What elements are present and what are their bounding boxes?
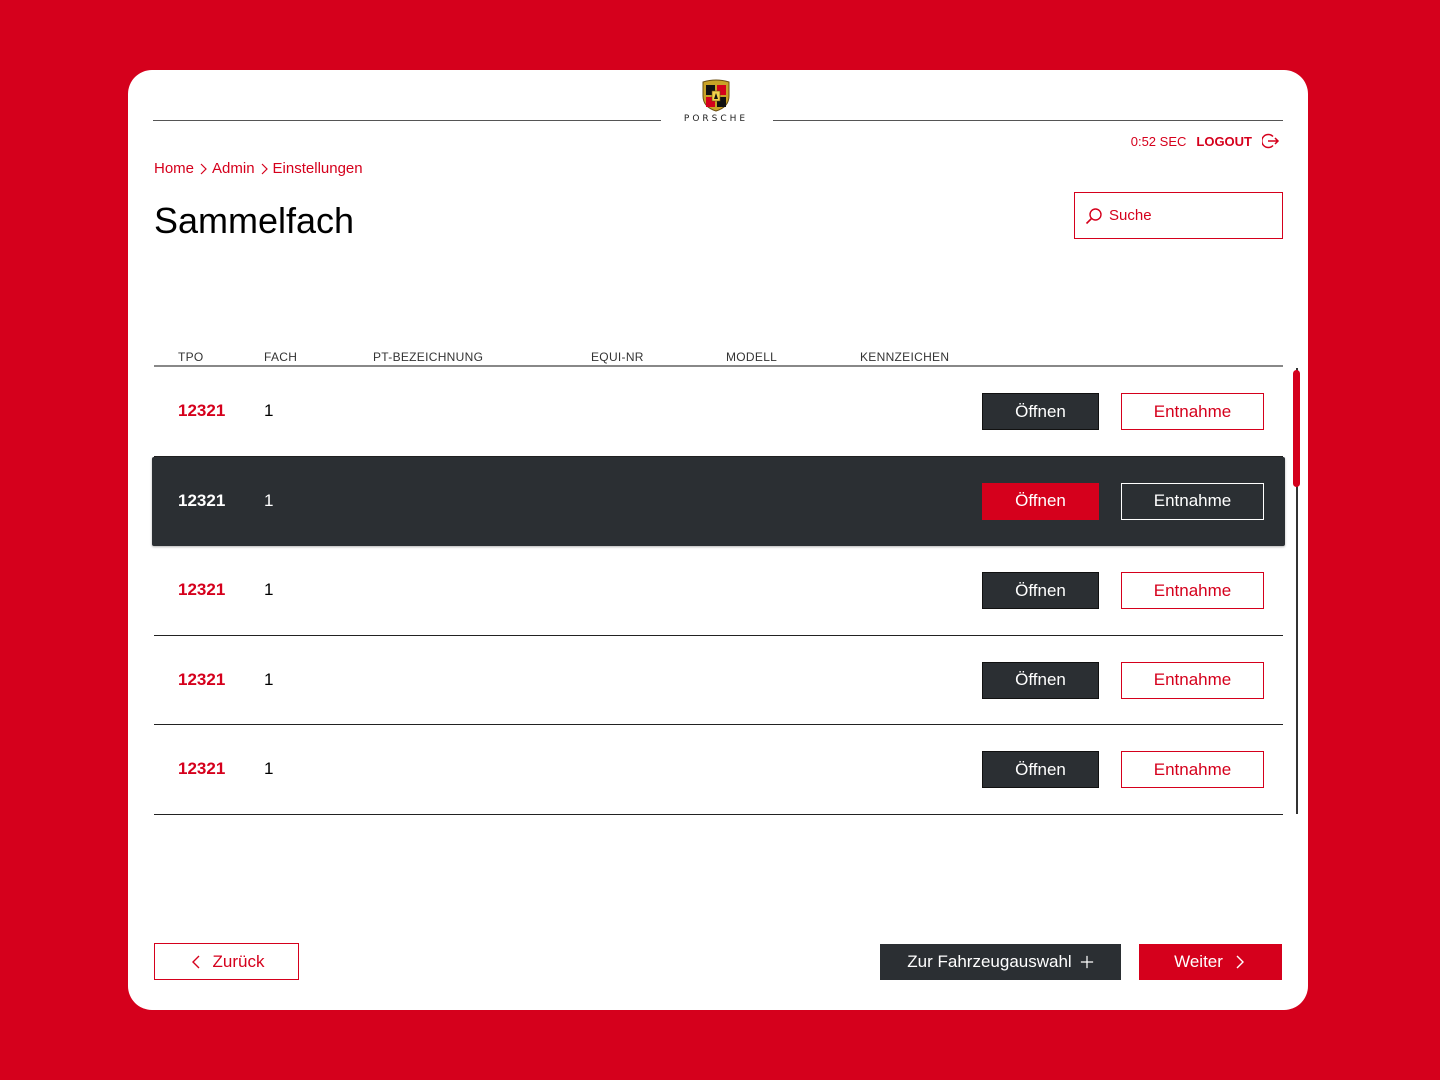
collection-table: TPO FACH PT-BEZEICHNUNG EQUI-NR MODELL K… xyxy=(152,348,1285,815)
cell-tpo: 12321 xyxy=(178,401,226,420)
cell-tpo: 12321 xyxy=(178,490,226,510)
vehicle-selection-button[interactable]: Zur Fahrzeugauswahl xyxy=(880,944,1121,980)
cell-tpo: 12321 xyxy=(178,669,226,689)
breadcrumb-home[interactable]: Home xyxy=(154,160,194,177)
take-out-button[interactable]: Entnahme xyxy=(1121,751,1264,788)
chevron-left-icon xyxy=(191,955,200,968)
page-title: Sammelfach xyxy=(154,200,355,241)
open-button[interactable]: Öffnen xyxy=(982,661,1099,699)
table-row[interactable]: 12321 1 Öffnen Entnahme xyxy=(154,636,1283,725)
cell-fach: 1 xyxy=(264,759,274,778)
column-header-fach: FACH xyxy=(264,350,298,364)
vehicle-selection-label: Zur Fahrzeugauswahl xyxy=(907,952,1072,971)
session-timer: 0:52 SEC xyxy=(1130,133,1187,149)
search-icon xyxy=(1085,207,1102,224)
back-button-label: Zurück xyxy=(212,951,265,971)
column-header-modell: MODELL xyxy=(726,350,778,364)
take-out-button[interactable]: Entnahme xyxy=(1121,661,1264,699)
search-input[interactable] xyxy=(1109,207,1269,224)
brand-wordmark: PORSCHE xyxy=(683,114,749,124)
breadcrumb-admin[interactable]: Admin xyxy=(212,160,255,177)
session-bar: 0:52 SEC LOGOUT xyxy=(1131,132,1280,150)
cell-fach: 1 xyxy=(264,490,274,510)
chevron-right-icon xyxy=(200,163,207,174)
header-divider-right xyxy=(773,120,1283,121)
table-row[interactable]: 12321 1 Öffnen Entnahme xyxy=(154,367,1283,457)
scrollbar-thumb[interactable] xyxy=(1293,370,1300,487)
take-out-button[interactable]: Entnahme xyxy=(1121,572,1264,609)
table-header: TPO FACH PT-BEZEICHNUNG EQUI-NR MODELL K… xyxy=(154,348,1283,367)
header-divider-left xyxy=(153,120,661,121)
cell-tpo: 12321 xyxy=(178,580,226,599)
breadcrumb: Home Admin Einstellungen xyxy=(154,160,363,177)
column-header-tpo: TPO xyxy=(178,350,204,364)
open-button[interactable]: Öffnen xyxy=(982,393,1099,430)
cell-tpo: 12321 xyxy=(178,759,226,778)
plus-icon xyxy=(1080,955,1093,969)
cell-fach: 1 xyxy=(264,580,274,599)
porsche-crest-icon xyxy=(702,79,730,112)
back-button[interactable]: Zurück xyxy=(154,943,299,980)
column-header-kennzeichen: KENNZEICHEN xyxy=(860,350,950,364)
next-button-label: Weiter xyxy=(1174,952,1223,971)
open-button[interactable]: Öffnen xyxy=(982,572,1099,609)
cell-fach: 1 xyxy=(264,669,274,689)
main-card: PORSCHE 0:52 SEC LOGOUT Home Admin Einst… xyxy=(128,70,1308,1010)
cell-fach: 1 xyxy=(264,401,274,420)
logout-button[interactable]: LOGOUT xyxy=(1196,134,1252,149)
table-row-selected[interactable]: 12321 1 Öffnen Entnahme xyxy=(152,456,1285,546)
open-button[interactable]: Öffnen xyxy=(982,751,1099,788)
logout-icon[interactable] xyxy=(1262,132,1280,150)
next-button[interactable]: Weiter xyxy=(1139,944,1282,980)
search-box[interactable] xyxy=(1074,192,1283,239)
breadcrumb-settings[interactable]: Einstellungen xyxy=(273,160,363,177)
take-out-button[interactable]: Entnahme xyxy=(1121,393,1264,430)
table-row[interactable]: 12321 1 Öffnen Entnahme xyxy=(154,725,1283,815)
column-header-equi-nr: EQUI-NR xyxy=(591,350,644,364)
take-out-button[interactable]: Entnahme xyxy=(1121,482,1264,520)
column-header-pt-bezeichnung: PT-BEZEICHNUNG xyxy=(373,350,484,364)
chevron-right-icon xyxy=(261,163,268,174)
table-row[interactable]: 12321 1 Öffnen Entnahme xyxy=(154,546,1283,636)
chevron-right-icon xyxy=(1236,955,1244,969)
open-button[interactable]: Öffnen xyxy=(982,482,1099,520)
